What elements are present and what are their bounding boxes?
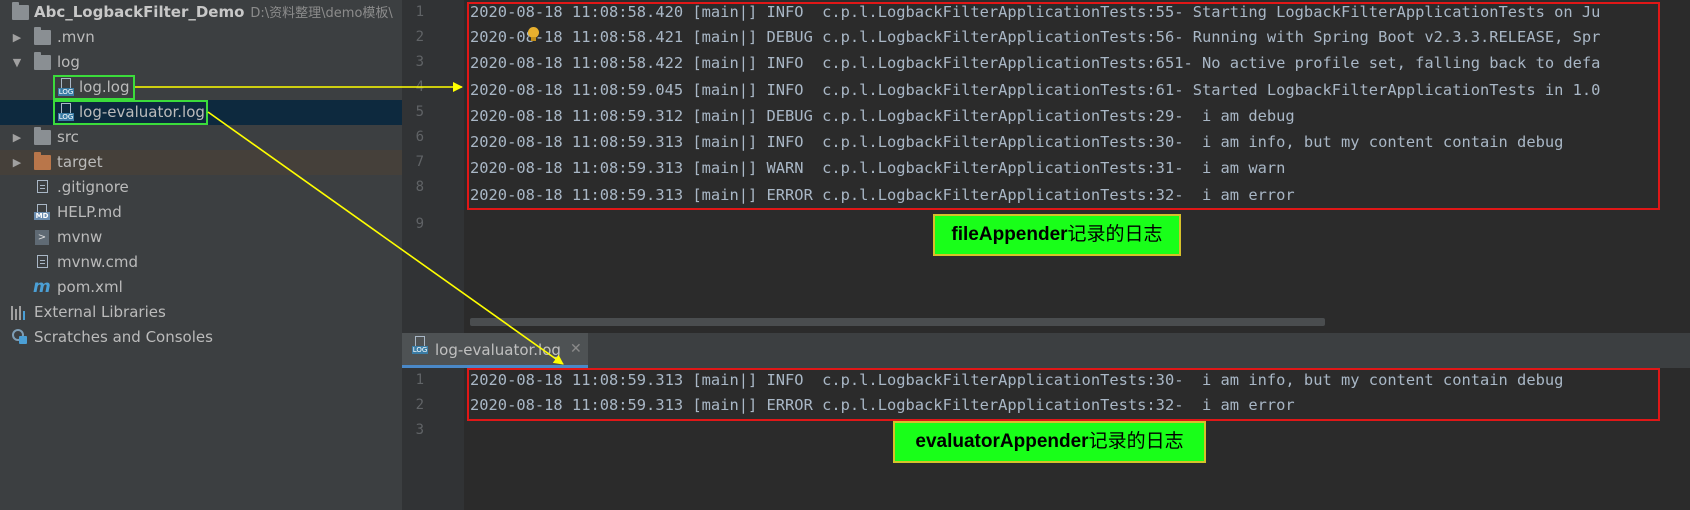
tree-item-project-root[interactable]: Abc_LogbackFilter_Demo D:\资料整理\demo模板\ [0, 0, 402, 25]
bottom-editor-gutter: 1 2 3 [402, 368, 464, 510]
folder-icon [12, 2, 29, 20]
line-number: 2 [415, 397, 424, 413]
close-icon[interactable]: ✕ [570, 333, 582, 366]
tree-item-label: Scratches and Consoles [34, 328, 213, 346]
tree-item-label: log [57, 53, 80, 71]
line-number: 6 [415, 129, 424, 145]
tree-item-target[interactable]: ▶ target [0, 150, 402, 175]
top-log-highlight [467, 2, 1660, 210]
line-number: 9 [415, 216, 424, 232]
tree-item-scratches[interactable]: Scratches and Consoles [0, 325, 402, 350]
tree-item-log[interactable]: ▼ log [0, 50, 402, 75]
tree-item-label: mvnw.cmd [57, 253, 139, 271]
shell-file-icon: > [35, 230, 49, 245]
tree-item-label: src [57, 128, 79, 146]
tree-item-pom-xml[interactable]: m pom.xml [0, 275, 402, 300]
line-number: 7 [415, 154, 424, 170]
tree-item-src[interactable]: ▶ src [0, 125, 402, 150]
bottom-log-highlight [467, 368, 1660, 421]
tree-item-mvn[interactable]: ▶ .mvn [0, 25, 402, 50]
maven-icon: m [33, 277, 51, 297]
line-number: 5 [415, 104, 424, 120]
line-number: 8 [415, 179, 424, 195]
folder-icon [34, 52, 51, 70]
log-file-icon: LOG [412, 336, 428, 354]
libraries-icon [11, 305, 29, 320]
tree-item-label: mvnw [57, 228, 103, 246]
ide-screenshot: Abc_LogbackFilter_Demo D:\资料整理\demo模板\ ▶ … [0, 0, 1690, 510]
tab-log-evaluator[interactable]: LOG log-evaluator.log ✕ [402, 333, 588, 368]
line-number: 3 [415, 54, 424, 70]
chevron-down-icon[interactable]: ▼ [11, 50, 23, 75]
project-tree: Abc_LogbackFilter_Demo D:\资料整理\demo模板\ ▶ … [0, 0, 402, 510]
file-icon [37, 180, 48, 193]
top-editor-gutter: 1 2 3 4 5 6 7 8 9 [402, 0, 464, 333]
file-icon [37, 255, 48, 268]
markdown-file-icon: MD [34, 204, 50, 221]
editor-tab-bar: LOG log-evaluator.log ✕ [402, 333, 1690, 369]
tree-item-help-md[interactable]: MD HELP.md [0, 200, 402, 225]
line-number: 1 [415, 4, 424, 20]
highlight-log-log [53, 75, 135, 100]
file-appender-annotation: fileAppender记录的日志 [933, 214, 1181, 256]
tree-item-label: pom.xml [57, 278, 123, 296]
line-number: 2 [415, 29, 424, 45]
line-number: 1 [415, 372, 424, 388]
line-number: 3 [415, 422, 424, 438]
tree-item-label: .gitignore [57, 178, 129, 196]
tree-item-mvnw-cmd[interactable]: mvnw.cmd [0, 250, 402, 275]
project-name: Abc_LogbackFilter_Demo [34, 3, 245, 21]
highlight-log-evaluator-log [53, 100, 208, 125]
chevron-right-icon[interactable]: ▶ [11, 150, 23, 175]
tree-item-label: HELP.md [57, 203, 122, 221]
tree-item-external-libraries[interactable]: External Libraries [0, 300, 402, 325]
folder-icon [34, 127, 51, 145]
chevron-right-icon[interactable]: ▶ [11, 125, 23, 150]
tree-item-mvnw[interactable]: > mvnw [0, 225, 402, 250]
line-number: 4 [415, 79, 424, 95]
scratches-icon [12, 329, 29, 344]
tab-label: log-evaluator.log [435, 341, 561, 359]
folder-icon [34, 152, 51, 170]
chevron-right-icon[interactable]: ▶ [11, 25, 23, 50]
horizontal-scrollbar[interactable] [470, 318, 1325, 326]
tree-item-label: .mvn [57, 28, 95, 46]
tree-item-label: External Libraries [34, 303, 166, 321]
tree-item-label: target [57, 153, 103, 171]
tree-item-gitignore[interactable]: .gitignore [0, 175, 402, 200]
folder-icon [34, 27, 51, 45]
project-path: D:\资料整理\demo模板\ [250, 6, 393, 21]
evaluator-appender-annotation: evaluatorAppender记录的日志 [893, 421, 1206, 463]
